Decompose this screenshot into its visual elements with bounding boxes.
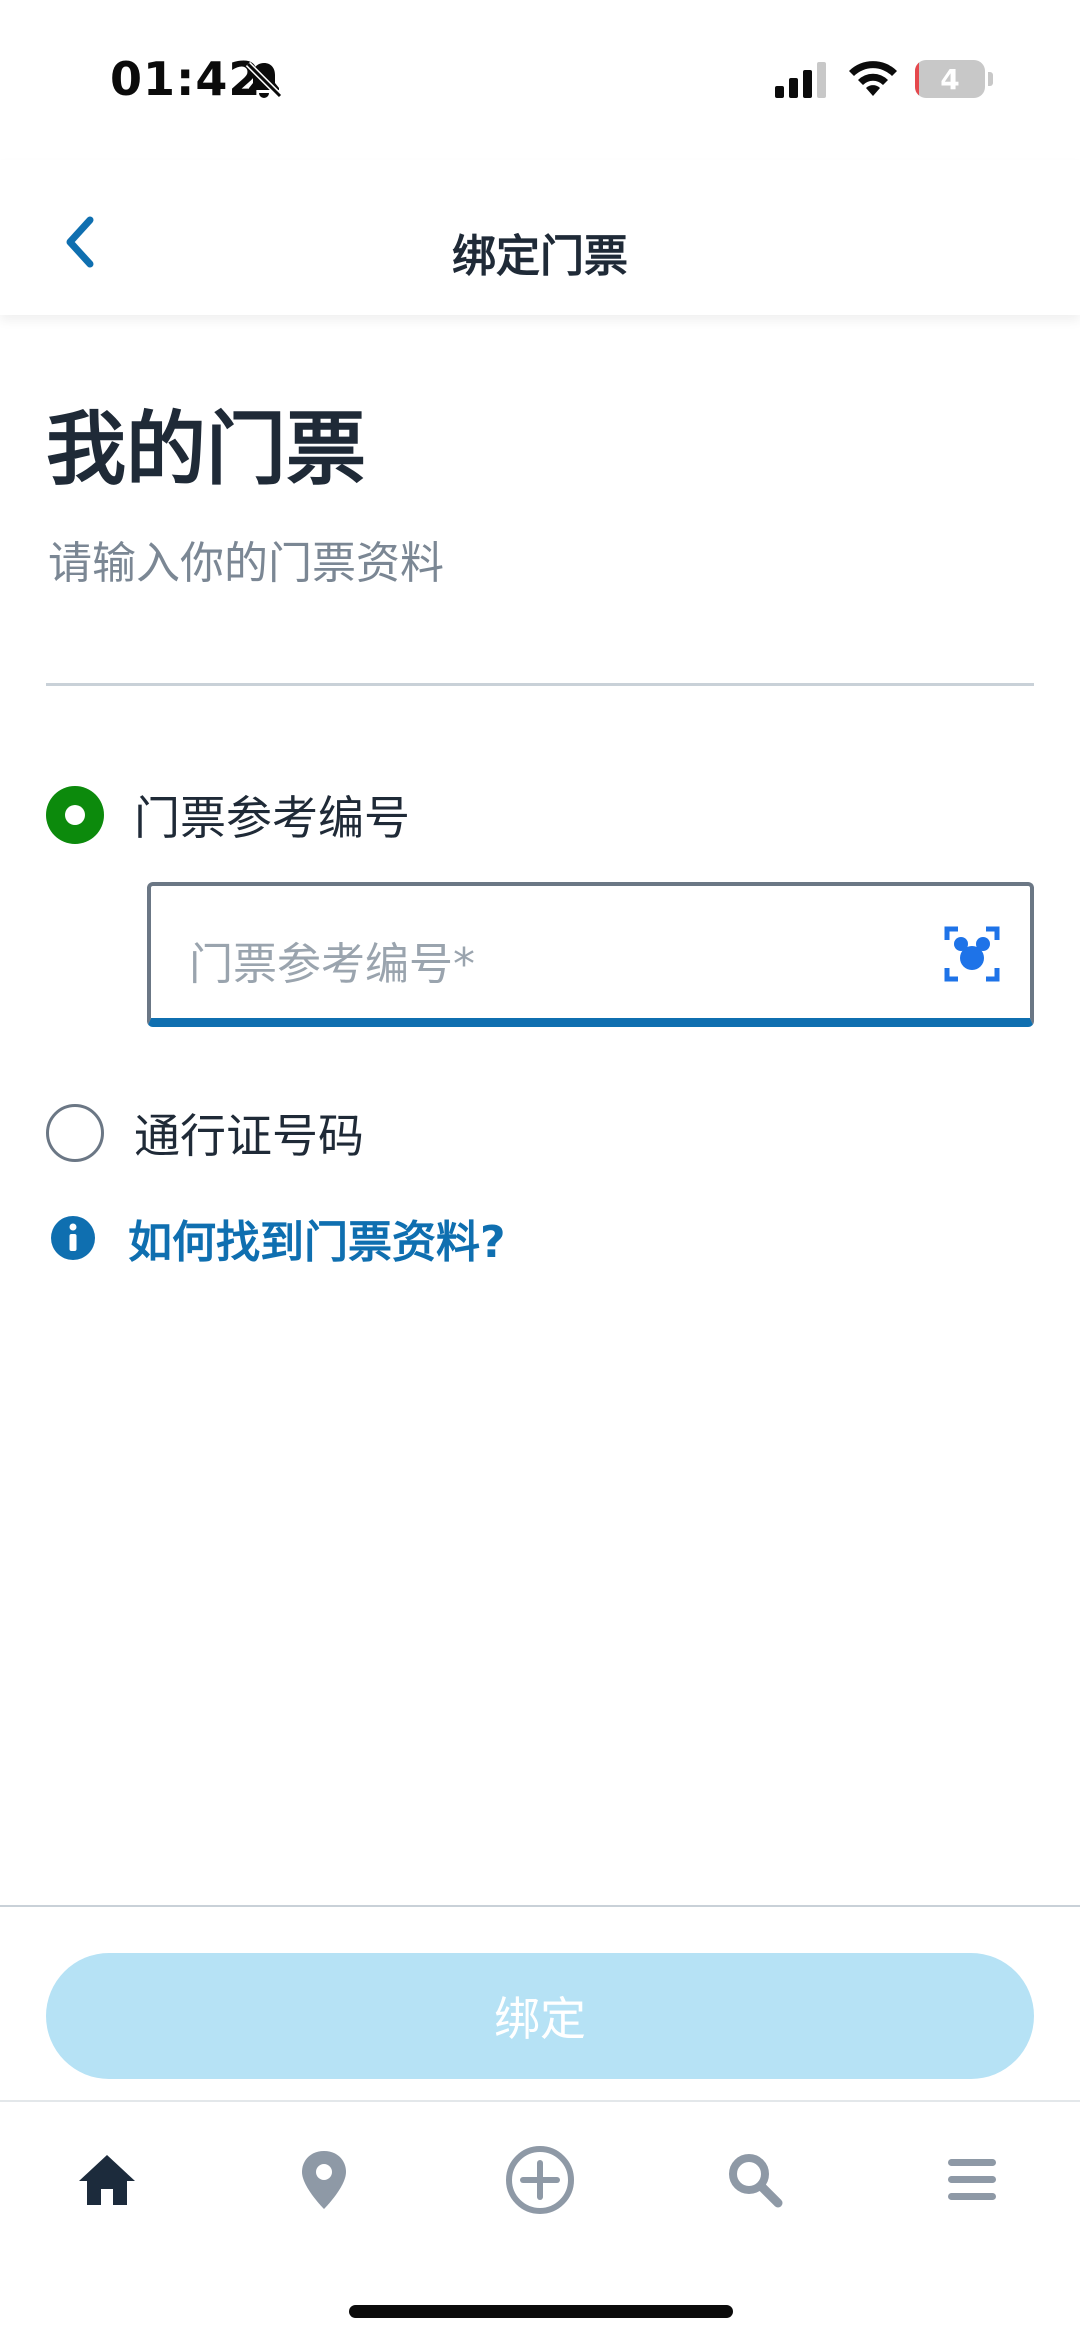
- home-indicator: [349, 2305, 733, 2318]
- radio-button-selected[interactable]: [46, 786, 104, 844]
- tab-menu[interactable]: [937, 2145, 1007, 2215]
- option-label: 通行证号码: [134, 1109, 364, 1163]
- bell-muted-icon: [245, 61, 283, 99]
- tab-add[interactable]: [505, 2145, 575, 2215]
- mickey-scan-icon[interactable]: [944, 926, 1000, 982]
- screen: 01:42 4 绑定门票 我的门票 请输入你的门票资料 门票参考编号 门票参考编…: [0, 0, 1080, 2341]
- tab-map[interactable]: [289, 2145, 359, 2215]
- help-link-label: 如何找到门票资料?: [128, 1217, 506, 1268]
- home-icon: [79, 2155, 135, 2205]
- bottom-divider: [0, 1905, 1080, 1907]
- tab-search[interactable]: [720, 2145, 790, 2215]
- option-pass-number[interactable]: 通行证号码: [46, 1100, 364, 1166]
- nav-bar: 绑定门票: [0, 160, 1080, 315]
- menu-icon: [948, 2159, 996, 2200]
- status-bar: 01:42 4: [0, 0, 1080, 160]
- help-link[interactable]: 如何找到门票资料?: [50, 1206, 506, 1270]
- divider: [46, 683, 1034, 686]
- tab-home[interactable]: [72, 2145, 142, 2215]
- radio-button-unselected[interactable]: [46, 1104, 104, 1162]
- input-placeholder: 门票参考编号*: [189, 939, 475, 990]
- status-time: 01:42: [110, 52, 262, 106]
- ticket-reference-input[interactable]: 门票参考编号*: [147, 882, 1034, 1027]
- option-ticket-reference[interactable]: 门票参考编号: [46, 782, 410, 848]
- battery-icon: 4: [915, 60, 985, 98]
- wifi-icon: [849, 61, 897, 96]
- page-subtitle: 请输入你的门票资料: [48, 538, 444, 589]
- option-label: 门票参考编号: [134, 791, 410, 845]
- info-icon: [51, 1216, 95, 1260]
- search-icon: [729, 2154, 783, 2208]
- page-title: 我的门票: [46, 403, 366, 496]
- battery-cap: [988, 72, 993, 86]
- cellular-signal-icon: [775, 62, 826, 98]
- add-circle-icon: [506, 2146, 574, 2214]
- location-pin-icon: [302, 2151, 346, 2209]
- bind-button[interactable]: 绑定: [46, 1953, 1034, 2079]
- nav-title: 绑定门票: [452, 231, 628, 282]
- battery-level: 4: [940, 62, 960, 96]
